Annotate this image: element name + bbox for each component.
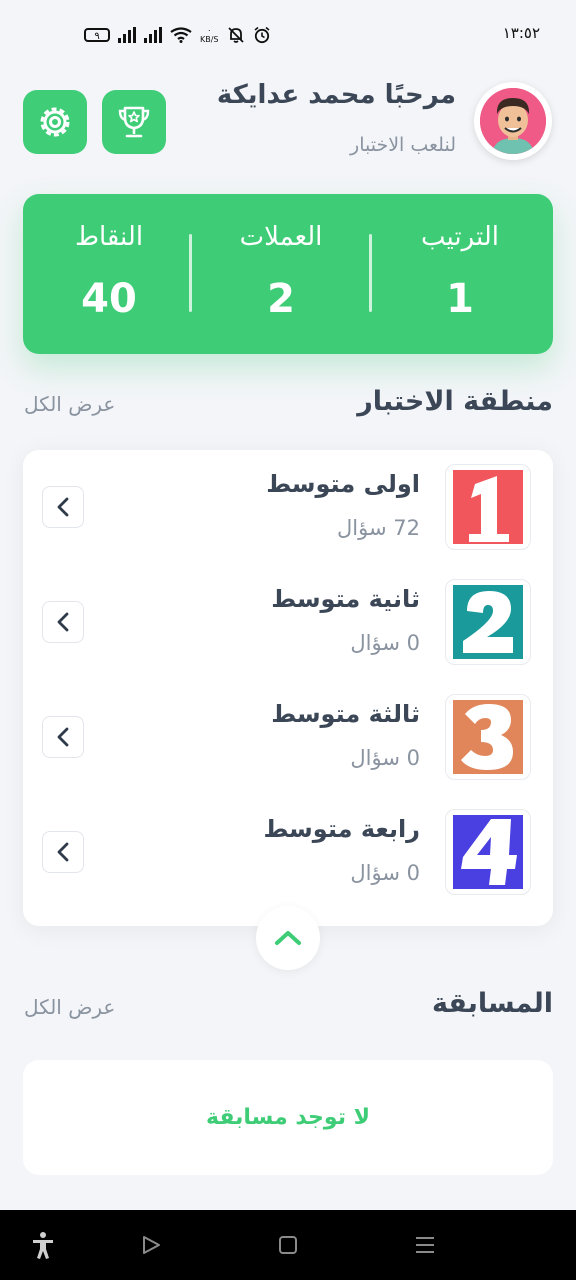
- mute-bell-icon: [227, 27, 244, 43]
- leaderboard-button[interactable]: [102, 90, 166, 154]
- settings-button[interactable]: [23, 90, 87, 154]
- quiz-title: رابعة متوسط: [263, 815, 420, 843]
- greeting-subtitle: لنلعب الاختبار: [350, 134, 456, 156]
- list-item[interactable]: رابعة متوسط 0 سؤال: [23, 795, 553, 910]
- number-four-icon: [453, 815, 523, 889]
- status-bar: ٩ ٠ KB/S ١٣:٥٢: [0, 0, 576, 72]
- list-item[interactable]: ثالثة متوسط 0 سؤال: [23, 680, 553, 795]
- signal-icon-2: [144, 27, 162, 43]
- network-speed-unit: KB/S: [200, 35, 219, 44]
- status-time: ١٣:٥٢: [502, 24, 540, 42]
- list-item[interactable]: ثانية متوسط 0 سؤال: [23, 565, 553, 680]
- level-1-thumbnail: [445, 464, 531, 550]
- alarm-icon: [254, 26, 270, 44]
- quiz-list: اولى متوسط 72 سؤال ثانية متوسط 0 سؤال ثا…: [23, 450, 553, 926]
- system-navigation-bar: [0, 1210, 576, 1280]
- avatar-image: [480, 88, 546, 154]
- chevron-left-icon[interactable]: [42, 601, 84, 643]
- stats-divider: [369, 234, 372, 312]
- points-value: 40: [81, 276, 137, 322]
- status-icons: ٩ ٠ KB/S: [84, 26, 271, 44]
- quiz-question-count: 0 سؤال: [350, 746, 420, 770]
- rank-value: 1: [446, 276, 474, 322]
- gear-icon: [40, 107, 70, 137]
- number-two-icon: [453, 585, 523, 659]
- coins-value: 2: [267, 276, 295, 322]
- battery-icon: ٩: [84, 28, 110, 42]
- level-2-thumbnail: [445, 579, 531, 665]
- empty-competition-text: لا توجد مسابقة: [205, 1105, 371, 1130]
- number-three-icon: [453, 700, 523, 774]
- quiz-question-count: 72 سؤال: [337, 516, 420, 540]
- menu-icon[interactable]: [410, 1230, 440, 1260]
- rank-label: الترتيب: [421, 222, 499, 252]
- play-icon[interactable]: [136, 1230, 166, 1260]
- points-label: النقاط: [74, 222, 144, 252]
- competition-card: لا توجد مسابقة: [23, 1060, 553, 1175]
- avatar[interactable]: [474, 82, 552, 160]
- chevron-left-icon[interactable]: [42, 716, 84, 758]
- greeting-title: مرحبًا محمد عدايكة: [216, 80, 456, 110]
- level-4-thumbnail: [445, 809, 531, 895]
- home-icon[interactable]: [273, 1230, 303, 1260]
- list-item[interactable]: اولى متوسط 72 سؤال: [23, 450, 553, 565]
- quiz-section-title: منطقة الاختبار: [357, 386, 553, 417]
- stats-card: الترتيب 1 العملات 2 النقاط 40: [23, 194, 553, 354]
- network-speed: ٠ KB/S: [200, 26, 219, 44]
- quiz-view-all-link[interactable]: عرض الكل: [24, 392, 115, 416]
- number-one-icon: [453, 470, 523, 544]
- quiz-title: ثانية متوسط: [271, 585, 420, 613]
- coins-label: العملات: [239, 222, 323, 252]
- collapse-list-button[interactable]: [256, 906, 320, 970]
- quiz-question-count: 0 سؤال: [350, 861, 420, 885]
- quiz-title: ثالثة متوسط: [271, 700, 420, 728]
- competition-section-title: المسابقة: [431, 988, 553, 1019]
- chevron-left-icon[interactable]: [42, 486, 84, 528]
- accessibility-icon[interactable]: [28, 1230, 58, 1260]
- quiz-title: اولى متوسط: [266, 470, 420, 498]
- level-3-thumbnail: [445, 694, 531, 780]
- chevron-up-icon: [275, 931, 301, 945]
- trophy-icon: [118, 106, 150, 138]
- network-speed-value: ٠: [207, 26, 212, 35]
- quiz-question-count: 0 سؤال: [350, 631, 420, 655]
- wifi-icon: [170, 27, 192, 43]
- chevron-left-icon[interactable]: [42, 831, 84, 873]
- signal-icon: [118, 27, 136, 43]
- stats-divider: [189, 234, 192, 312]
- competition-view-all-link[interactable]: عرض الكل: [24, 995, 115, 1019]
